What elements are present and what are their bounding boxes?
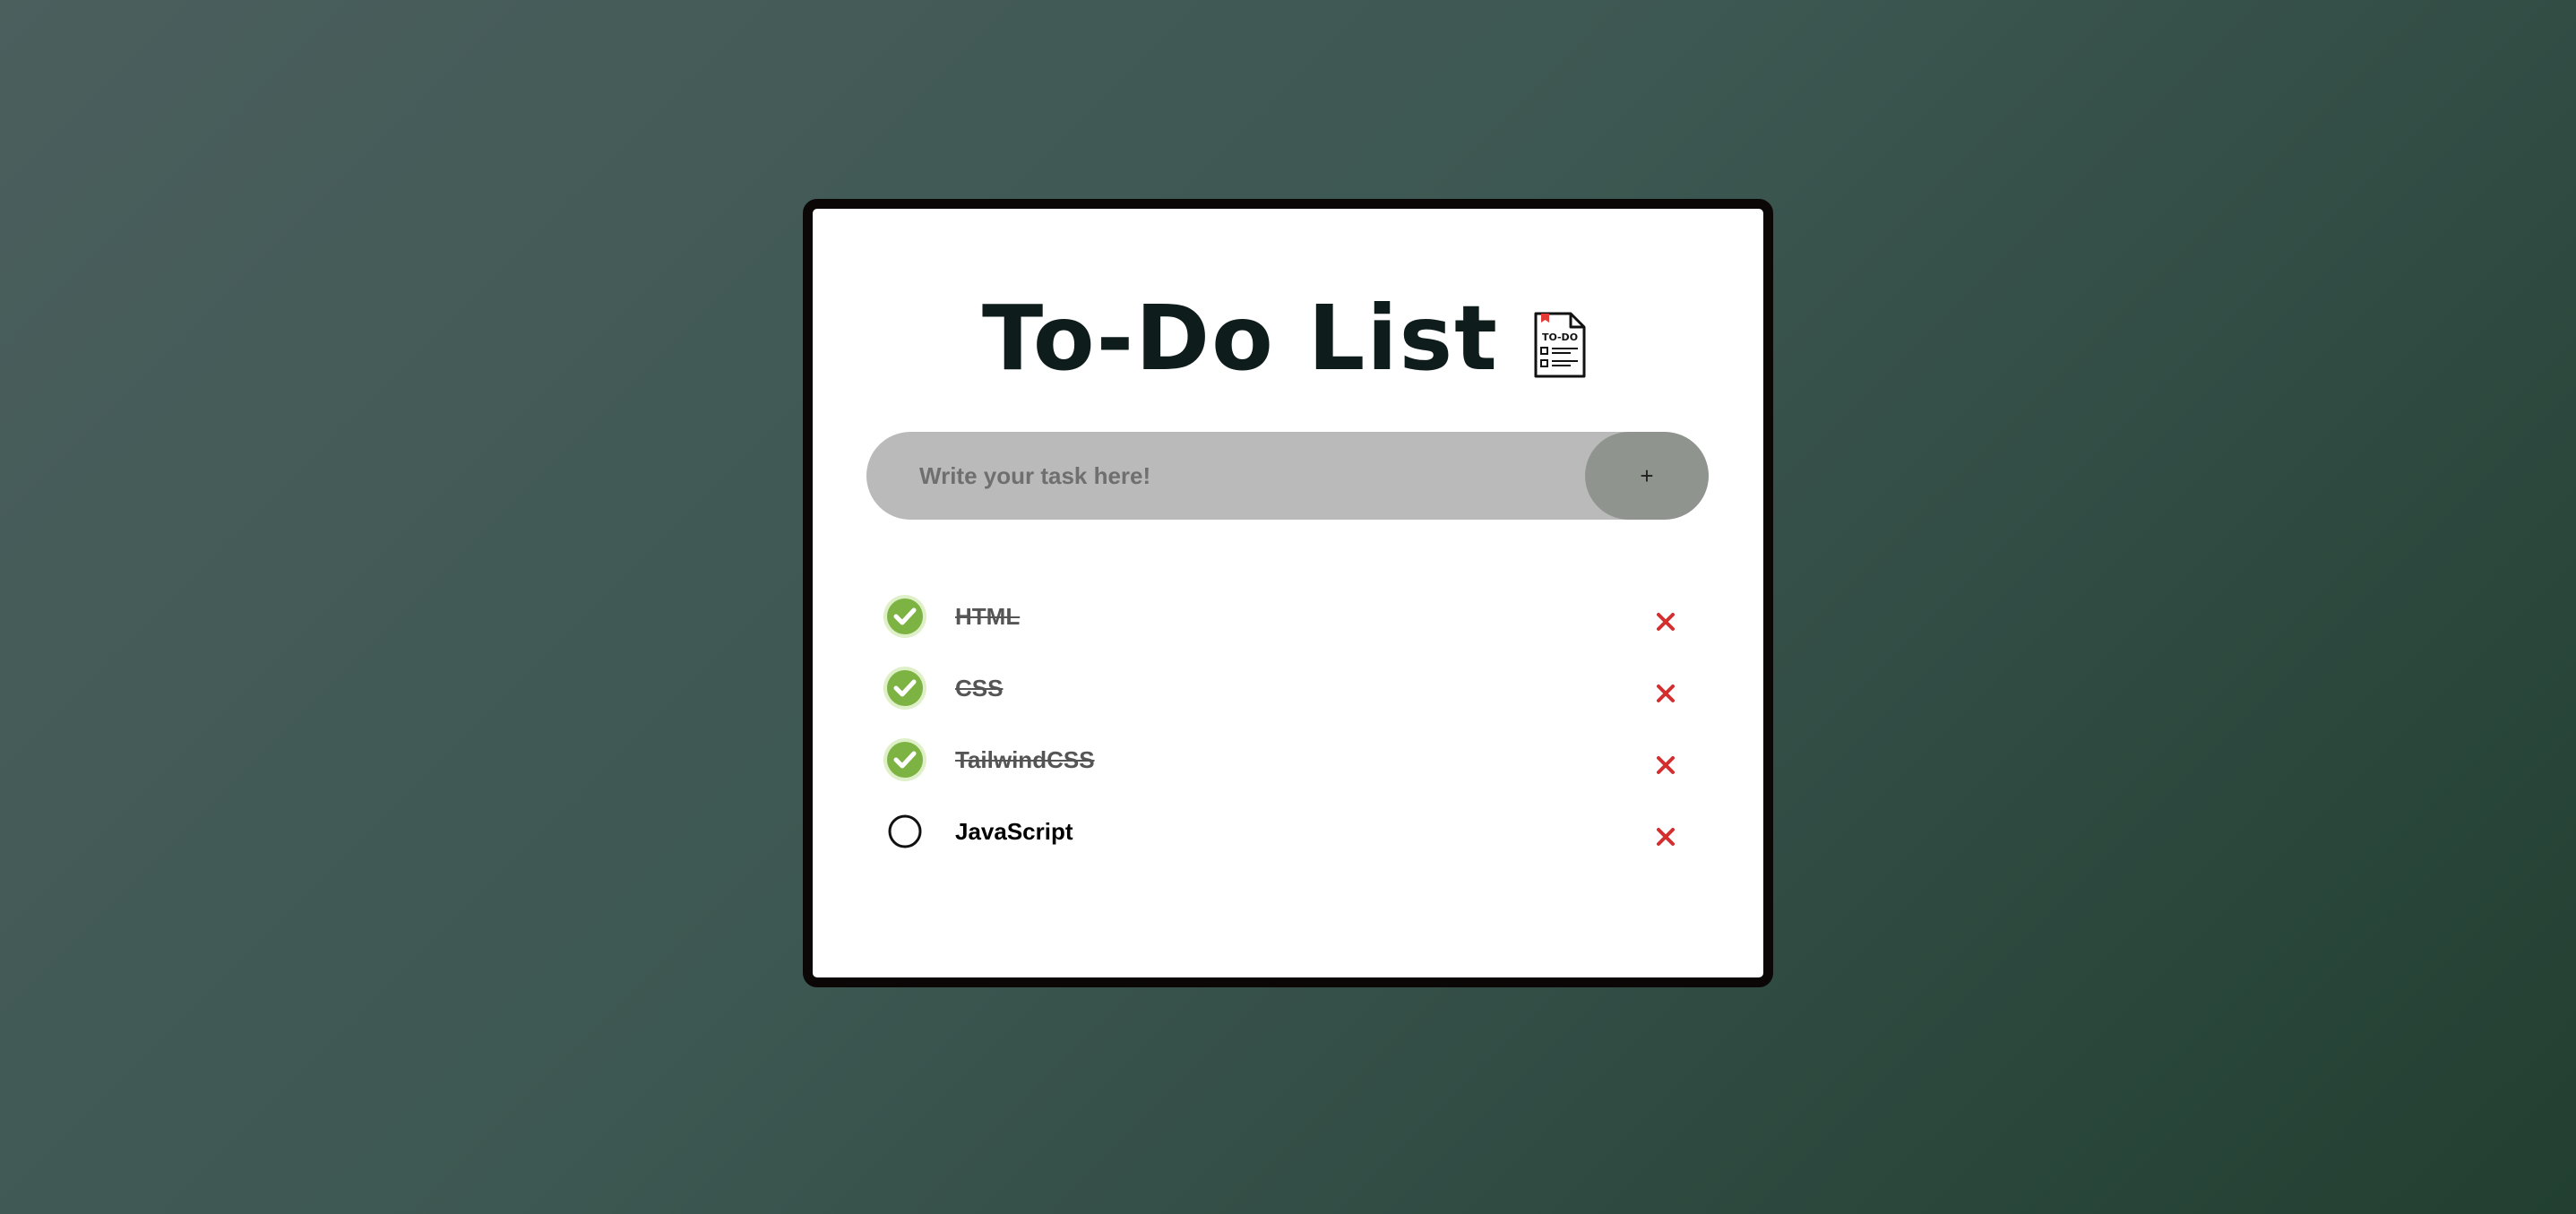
- close-icon[interactable]: [1653, 609, 1678, 634]
- add-task-button[interactable]: +: [1585, 432, 1709, 520]
- checked-circle-icon[interactable]: [883, 594, 927, 639]
- task-label: JavaScript: [955, 818, 1073, 845]
- task-label: CSS: [955, 675, 1004, 702]
- task-label: HTML: [955, 603, 1021, 630]
- checked-circle-icon[interactable]: [883, 737, 927, 782]
- svg-text:TO-DO: TO-DO: [1542, 331, 1578, 343]
- task-list: HTML CSS TailwindCSS JavaScript: [813, 581, 1763, 867]
- task-input[interactable]: [866, 432, 1583, 520]
- task-label: TailwindCSS: [955, 746, 1095, 773]
- unchecked-circle-icon[interactable]: [883, 809, 927, 854]
- task-input-bar: +: [866, 432, 1709, 520]
- header: To-Do List TO-DO: [813, 294, 1763, 383]
- todo-card: To-Do List TO-DO +: [803, 199, 1773, 987]
- list-item[interactable]: CSS: [813, 652, 1763, 724]
- list-item[interactable]: HTML: [813, 581, 1763, 652]
- page-title: To-Do List: [982, 286, 1499, 391]
- list-item[interactable]: JavaScript: [813, 796, 1763, 867]
- checked-circle-icon[interactable]: [883, 666, 927, 710]
- close-icon[interactable]: [1653, 681, 1678, 706]
- close-icon[interactable]: [1653, 753, 1678, 778]
- list-item[interactable]: TailwindCSS: [813, 724, 1763, 796]
- todo-document-icon: TO-DO: [1533, 311, 1587, 379]
- close-icon[interactable]: [1653, 824, 1678, 849]
